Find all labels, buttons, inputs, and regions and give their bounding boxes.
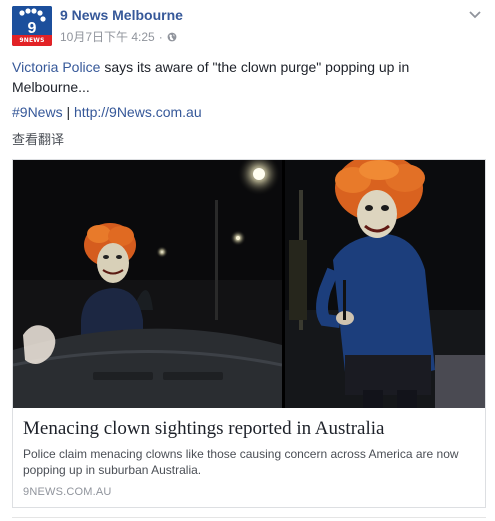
post-text: Victoria Police says its aware of "the c… — [12, 57, 472, 97]
post-divider — [12, 517, 486, 518]
svg-text:9: 9 — [28, 20, 37, 36]
meta-separator: · — [158, 29, 163, 44]
page-name-link[interactable]: 9 News Melbourne — [60, 7, 183, 23]
logo-caption: 9NEWS MELBOURNE — [12, 35, 52, 46]
card-body[interactable]: Menacing clown sightings reported in Aus… — [13, 408, 485, 507]
victoria-police-link[interactable]: Victoria Police — [12, 59, 100, 75]
globe-icon[interactable] — [167, 32, 177, 42]
card-headline[interactable]: Menacing clown sightings reported in Aus… — [23, 418, 384, 440]
clown-street-photo — [285, 160, 485, 408]
hashtag-link[interactable]: #9News — [12, 104, 63, 120]
link-separator: | — [66, 104, 71, 120]
clown-car-photo — [13, 160, 282, 408]
url-link[interactable]: http://9News.com.au — [74, 104, 202, 120]
page-avatar[interactable]: 9 9NEWS MELBOURNE — [12, 6, 52, 46]
post-timestamp[interactable]: 10月7日下午 4:25 — [60, 28, 155, 45]
post-links: #9News | http://9News.com.au — [12, 104, 202, 120]
see-translation-link[interactable]: 查看翻译 — [12, 129, 64, 148]
nine-network-logo: 9 — [12, 6, 52, 36]
card-domain: 9NEWS.COM.AU — [23, 486, 112, 498]
chevron-down-icon[interactable] — [467, 6, 483, 22]
card-description: Police claim menacing clowns like those … — [23, 447, 459, 477]
card-image[interactable] — [13, 160, 485, 408]
facebook-post: 9 9NEWS MELBOURNE 9 News Melbourne 10月7日… — [0, 0, 495, 521]
link-preview-card[interactable]: Menacing clown sightings reported in Aus… — [12, 159, 486, 508]
post-meta: 10月7日下午 4:25 · — [60, 28, 177, 45]
